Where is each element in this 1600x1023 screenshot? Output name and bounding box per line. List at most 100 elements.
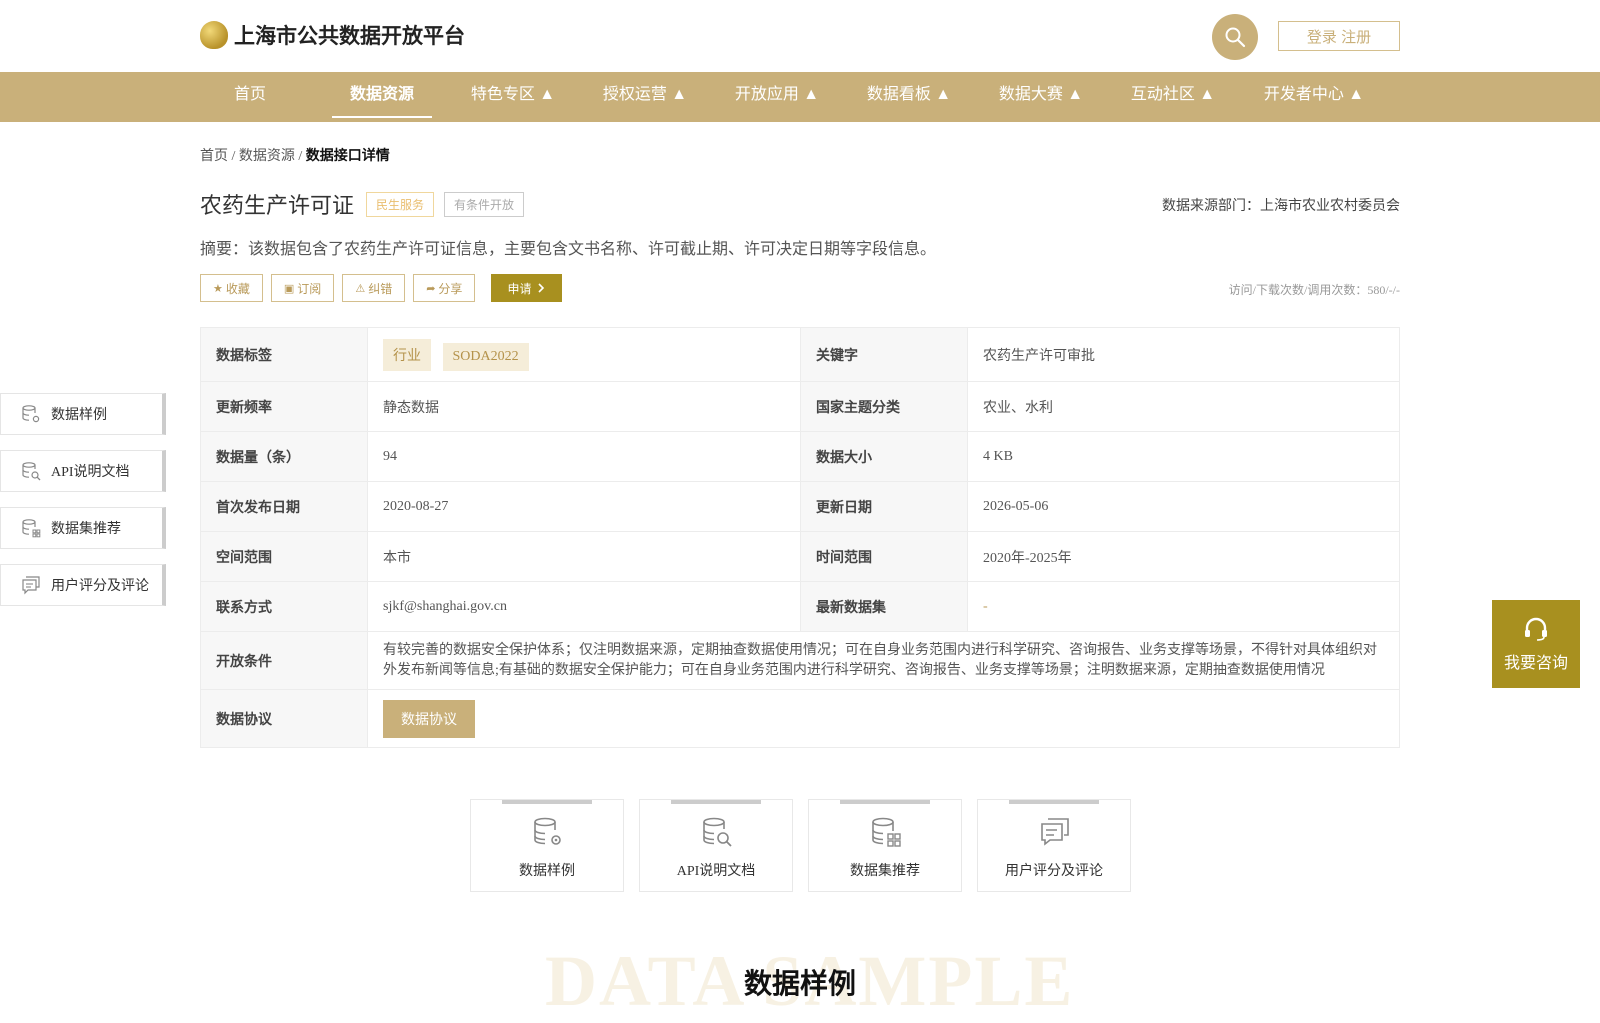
data-tag[interactable]: SODA2022 [442,342,529,371]
tab-card-dataset-recommend[interactable]: 数据集推荐 [808,799,962,892]
table-row: 首次发布日期 2020-08-27 更新日期 2026-05-06 [200,481,1400,532]
side-nav-label: 数据集推荐 [51,522,121,537]
nav-item-dashboard[interactable]: 数据看板 ▲ [862,72,956,122]
category-badge: 民生服务 [366,191,435,217]
breadcrumb-resources[interactable]: 数据资源 [239,149,295,164]
cell-tags: 行业 SODA2022 [367,327,801,382]
main-nav: 首页 数据资源 特色专区 ▲ 授权运营 ▲ 开放应用 ▲ 数据看板 ▲ 数据大赛… [0,72,1600,122]
favorite-button[interactable]: ★ 收藏 [200,274,263,302]
cell-label: 国家主题分类 [800,381,968,432]
section-title: 数据样例 [743,969,856,1000]
tab-card-api-docs[interactable]: API说明文档 [639,799,793,892]
nav-item-authorized-ops[interactable]: 授权运营 ▲ [598,72,692,122]
cell-label: 开放条件 [200,631,368,690]
card-label: 数据集推荐 [850,864,920,879]
side-nav-data-sample[interactable]: 数据样例 [0,393,166,435]
table-row: 数据标签 行业 SODA2022 关键字 农药生产许可审批 [200,327,1400,382]
cell-label: 更新频率 [200,381,368,432]
side-nav-ratings-comments[interactable]: 用户评分及评论 [0,564,166,606]
database-grid-icon [872,817,901,847]
nav-item-open-apps[interactable]: 开放应用 ▲ [730,72,824,122]
table-row: 联系方式 sjkf@shanghai.gov.cn 最新数据集 - [200,581,1400,632]
share-icon: ➦ [426,282,436,295]
cell-label: 联系方式 [200,581,368,632]
tab-card-ratings-comments[interactable]: 用户评分及评论 [977,799,1131,892]
report-error-button[interactable]: ⚠ 纠错 [342,274,406,302]
logo-icon [200,21,228,49]
consult-button[interactable]: 我要咨询 [1492,600,1580,688]
cell-value: 静态数据 [367,381,801,432]
cell-protocol: 数据协议 [367,689,1400,748]
database-search-icon [22,462,41,481]
comment-icon [1041,818,1069,846]
headset-icon [1525,617,1547,641]
search-button[interactable] [1212,14,1258,60]
database-search-icon [703,817,732,847]
side-nav-api-docs[interactable]: API说明文档 [0,450,166,492]
table-row: 开放条件 有较完善的数据安全保护体系；仅注明数据来源，定期抽查数据使用情况；可在… [200,631,1400,690]
consult-label: 我要咨询 [1503,655,1568,672]
card-top-bar [840,800,930,804]
side-nav-label: 用户评分及评论 [51,579,149,594]
cell-value: 本市 [367,531,801,582]
breadcrumb: 首页 / 数据资源 / 数据接口详情 [200,145,390,165]
latest-dataset-link[interactable]: - [967,581,1400,632]
cell-value: 2020-08-27 [367,481,801,532]
cell-value: 农药生产许可审批 [967,327,1400,382]
subscribe-button[interactable]: ▣ 订阅 [270,274,335,302]
action-bar: ★ 收藏 ▣ 订阅 ⚠ 纠错 ➦ 分享 申请 [200,274,563,302]
card-top-bar [671,800,761,804]
site-logo[interactable]: 上海市公共数据开放平台 [200,20,465,50]
cell-label: 数据标签 [200,327,368,382]
nav-item-competition[interactable]: 数据大赛 ▲ [994,72,1088,122]
table-row: 更新频率 静态数据 国家主题分类 农业、水利 [200,381,1400,432]
cell-label: 首次发布日期 [200,481,368,532]
nav-item-featured[interactable]: 特色专区 ▲ [466,72,560,122]
page-title: 农药生产许可证 [200,193,355,218]
side-nav-dataset-recommend[interactable]: 数据集推荐 [0,507,166,549]
table-row: 空间范围 本市 时间范围 2020年-2025年 [200,531,1400,582]
breadcrumb-sep: / [231,149,236,164]
table-row: 数据量（条） 94 数据大小 4 KB [200,431,1400,482]
tab-card-data-sample[interactable]: 数据样例 [470,799,624,892]
data-protocol-button[interactable]: 数据协议 [383,699,475,738]
warning-icon: ⚠ [355,282,366,295]
table-row: 数据协议 数据协议 [200,689,1400,748]
cell-value: 4 KB [967,431,1400,482]
dataset-title-row: 农药生产许可证 民生服务 有条件开放 [200,188,525,220]
cell-value: 94 [367,431,801,482]
cell-label: 空间范围 [200,531,368,582]
report-label: 纠错 [368,281,393,296]
login-register-button[interactable]: 登录 注册 [1278,21,1400,51]
site-title: 上海市公共数据开放平台 [234,25,465,48]
share-button[interactable]: ➦ 分享 [413,274,476,302]
side-nav-label: API说明文档 [51,465,130,480]
comment-icon [22,576,40,595]
database-gear-icon [534,817,561,845]
side-nav-label: 数据样例 [51,408,107,423]
bookmark-icon: ▣ [283,282,295,295]
star-icon: ★ [213,282,223,295]
nav-item-community[interactable]: 互动社区 ▲ [1126,72,1220,122]
apply-label: 申请 [507,281,532,296]
open-conditions: 有较完善的数据安全保护体系；仅注明数据来源，定期抽查数据使用情况；可在自身业务范… [367,631,1400,690]
cell-label: 数据协议 [200,689,368,748]
nav-item-home[interactable]: 首页 [222,72,278,122]
apply-button[interactable]: 申请 [491,274,563,302]
share-label: 分享 [438,281,463,296]
access-stats: 访问/下载次数/调用次数：580/-/- [1228,283,1400,297]
cell-label: 数据大小 [800,431,968,482]
card-label: API说明文档 [676,864,756,879]
nav-item-data-resources[interactable]: 数据资源 [332,72,432,122]
top-bar: 上海市公共数据开放平台 登录 注册 [0,0,1600,72]
cell-label: 时间范围 [800,531,968,582]
data-tag[interactable]: 行业 [383,338,431,371]
breadcrumb-home[interactable]: 首页 [200,149,228,164]
subscribe-label: 订阅 [297,281,322,296]
cell-label: 关键字 [800,327,968,382]
nav-item-developer[interactable]: 开发者中心 ▲ [1258,72,1370,122]
card-top-bar [1009,800,1099,804]
dataset-summary: 摘要：该数据包含了农药生产许可证信息，主要包含文书名称、许可截止期、许可决定日期… [200,241,937,258]
chevron-right-icon [538,283,545,293]
open-type-badge: 有条件开放 [444,191,525,217]
